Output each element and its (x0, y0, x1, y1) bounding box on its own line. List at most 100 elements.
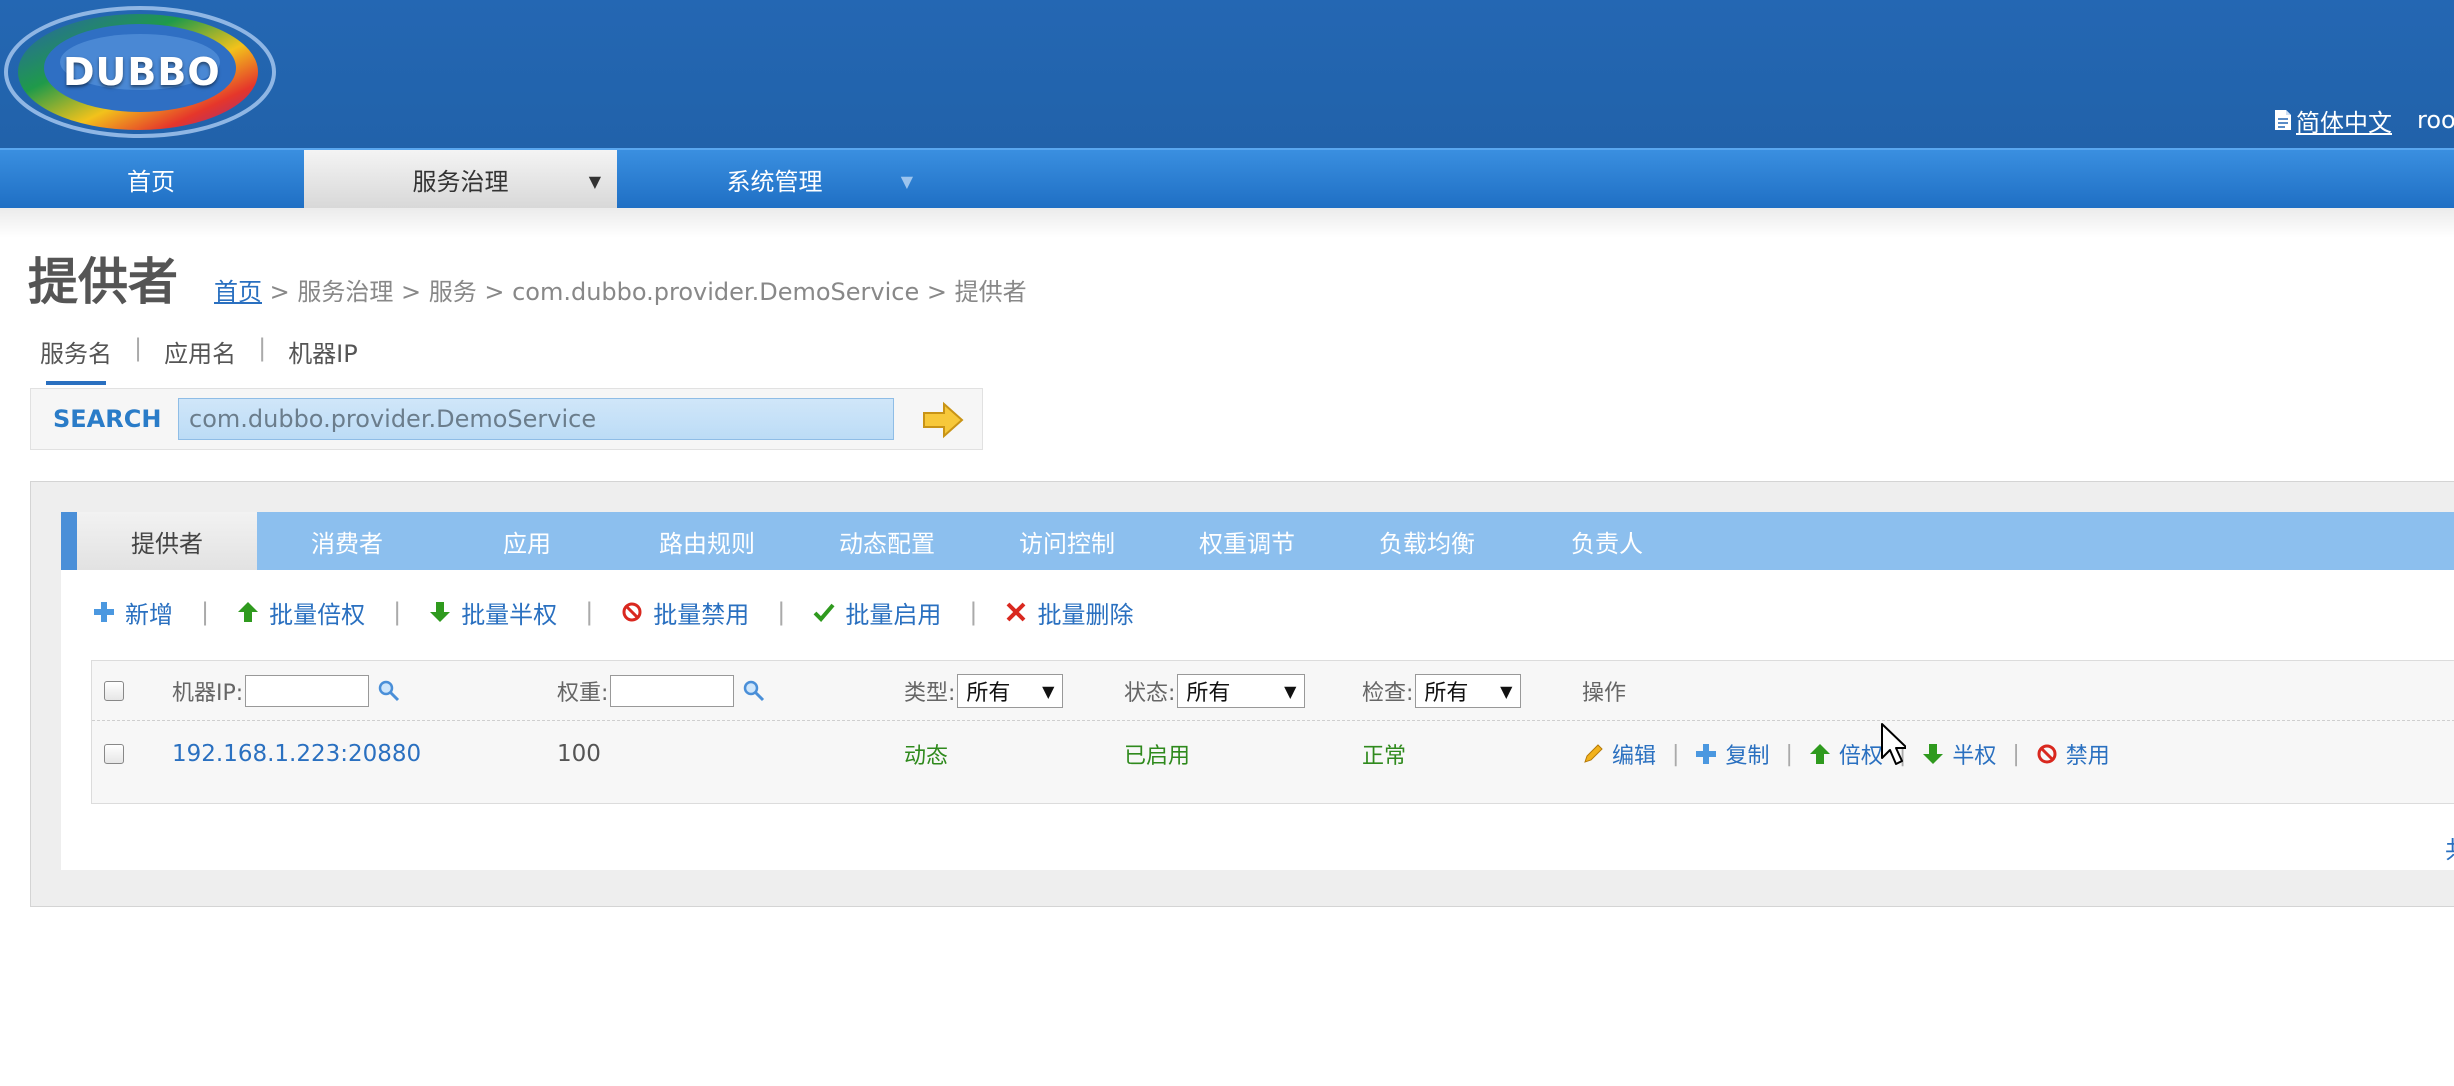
search-icon[interactable] (377, 679, 401, 703)
caret-down-icon: ▼ (900, 172, 913, 191)
search-type-application[interactable]: 应用名 (164, 334, 236, 375)
weight-filter-input[interactable] (610, 675, 735, 707)
search-icon[interactable] (742, 679, 766, 703)
caret-down-icon: ▼ (1500, 681, 1513, 701)
action-bar: 新增 | 批量倍权 | 批量半权 | 批量禁用 | 批量启用 | 批量删除 (93, 594, 1133, 630)
op-label: 半权 (1952, 744, 1997, 769)
separator: | (393, 598, 402, 626)
nav-item-label: 首页 (127, 167, 175, 196)
table-row: 192.168.1.223:20880 100 动态 已启用 正常 编辑 | 复… (92, 721, 2454, 805)
status-header-label: 状态: (1124, 681, 1176, 706)
action-label: 批量启用 (845, 600, 942, 629)
checkbox[interactable] (104, 744, 124, 764)
nav-shadow (0, 208, 2454, 238)
op-label: 复制 (1725, 744, 1770, 769)
select-value: 所有 (1424, 681, 1469, 706)
separator: | (201, 598, 210, 626)
nav-item-system-management[interactable]: 系统管理 ▼ (620, 150, 929, 208)
search-label: SEARCH (53, 405, 162, 433)
status-cell: 已启用 (1124, 744, 1191, 769)
separator: | (134, 334, 143, 362)
arrow-right-icon[interactable] (921, 401, 965, 439)
half-weight-button[interactable]: 半权 (1922, 738, 1996, 770)
ip-filter: 机器IP: (172, 661, 401, 721)
checkbox[interactable] (104, 681, 124, 701)
type-header-label: 类型: (904, 681, 956, 706)
arrow-down-icon (430, 602, 451, 622)
add-button[interactable]: 新增 (93, 595, 173, 630)
caret-down-icon: ▼ (588, 172, 601, 191)
separator: | (969, 598, 978, 626)
ban-icon (2037, 744, 2057, 764)
tab-label: 提供者 (131, 529, 203, 558)
weight-cell: 100 (557, 741, 601, 767)
action-label: 批量删除 (1037, 600, 1134, 629)
plus-icon (94, 602, 114, 622)
type-cell: 动态 (904, 744, 949, 769)
op-label: 倍权 (1838, 744, 1883, 769)
tab-dynamic-config[interactable]: 动态配置 (797, 512, 977, 570)
check-filter: 检查: 所有 ▼ (1362, 661, 1522, 721)
disable-button[interactable]: 禁用 (2036, 738, 2110, 770)
batch-delete-button[interactable]: 批量删除 (1005, 595, 1133, 630)
user-menu[interactable]: root (2414, 106, 2454, 134)
copy-button[interactable]: 复制 (1695, 738, 1769, 770)
edit-button[interactable]: 编辑 (1582, 738, 1656, 770)
ip-filter-input[interactable] (245, 675, 370, 707)
search-type-service[interactable]: 服务名 (40, 334, 112, 385)
language-switch[interactable]: 简体中文 (2273, 103, 2392, 138)
tab-applications[interactable]: 应用 (437, 512, 617, 570)
header-toolbar: 简体中文 root (2273, 100, 2454, 140)
batch-double-weight-button[interactable]: 批量倍权 (237, 595, 365, 630)
tab-routes[interactable]: 路由规则 (617, 512, 797, 570)
op-label: 禁用 (2065, 744, 2110, 769)
tab-label: 权重调节 (1199, 529, 1295, 558)
provider-address-link[interactable]: 192.168.1.223:20880 (172, 721, 421, 787)
select-all-checkbox[interactable] (104, 661, 124, 721)
separator: | (585, 598, 594, 626)
type-filter: 类型: 所有 ▼ (904, 661, 1064, 721)
tab-access-control[interactable]: 访问控制 (977, 512, 1157, 570)
weight-filter: 权重: (557, 661, 766, 721)
action-label: 批量禁用 (653, 600, 750, 629)
nav-item-label: 系统管理 (726, 167, 823, 196)
row-checkbox-cell[interactable] (104, 721, 124, 787)
ip-header-label: 机器IP: (172, 681, 244, 706)
mouse-cursor-icon (1881, 723, 1906, 765)
breadcrumb-home-link[interactable]: 首页 (214, 272, 262, 307)
caret-down-icon: ▼ (1284, 681, 1297, 701)
batch-enable-button[interactable]: 批量启用 (813, 595, 941, 630)
weight-header-label: 权重: (557, 681, 609, 706)
tab-load-balance[interactable]: 负载均衡 (1337, 512, 1517, 570)
tab-weights[interactable]: 权重调节 (1157, 512, 1337, 570)
arrow-up-icon (1809, 744, 1830, 764)
arrow-up-icon (238, 602, 259, 622)
nav-item-service-governance[interactable]: 服务治理 ▼ (304, 150, 617, 208)
status-filter: 状态: 所有 ▼ (1124, 661, 1306, 721)
select-value: 所有 (1186, 681, 1231, 706)
content-inner: 提供者 消费者 应用 路由规则 动态配置 访问控制 权重调节 负载均衡 负责人 … (61, 512, 2454, 870)
breadcrumb-path: > 服务治理 > 服务 > com.dubbo.provider.DemoSer… (262, 278, 1027, 306)
action-label: 批量半权 (461, 600, 558, 629)
dubbo-logo[interactable]: DUBBO (0, 0, 280, 140)
page-title: 提供者 (28, 253, 178, 311)
op-label: 编辑 (1612, 744, 1657, 769)
batch-half-weight-button[interactable]: 批量半权 (429, 595, 557, 630)
tab-owners[interactable]: 负责人 (1517, 512, 1697, 570)
language-link[interactable]: 简体中文 (2296, 103, 2392, 138)
check-select[interactable]: 所有 ▼ (1415, 674, 1522, 708)
search-bar: SEARCH (30, 388, 983, 450)
tab-providers[interactable]: 提供者 (77, 512, 257, 570)
double-weight-button[interactable]: 倍权 (1809, 738, 1883, 770)
status-select[interactable]: 所有 ▼ (1177, 674, 1306, 708)
search-type-label: 机器IP (288, 340, 358, 368)
nav-item-home[interactable]: 首页 (0, 150, 302, 208)
ban-icon (622, 602, 642, 622)
tab-label: 访问控制 (1019, 529, 1115, 558)
main-nav: 首页 服务治理 ▼ 系统管理 ▼ (0, 148, 2454, 208)
tab-consumers[interactable]: 消费者 (257, 512, 437, 570)
type-select[interactable]: 所有 ▼ (957, 674, 1064, 708)
search-type-ip[interactable]: 机器IP (288, 334, 358, 375)
batch-disable-button[interactable]: 批量禁用 (621, 595, 749, 630)
search-input[interactable] (178, 398, 894, 440)
